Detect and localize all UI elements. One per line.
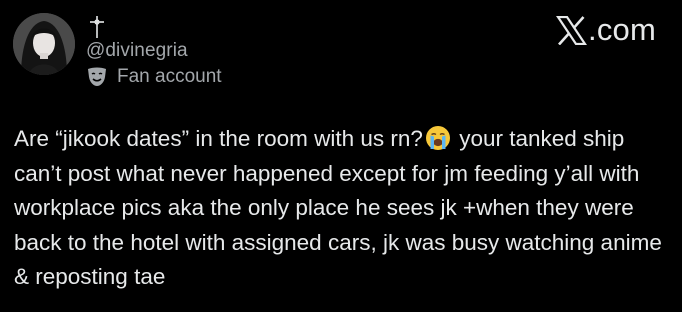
post-card: @divinegria Fan account .com Are “jikook… [0,0,682,312]
avatar[interactable] [13,13,75,75]
author-handle[interactable]: @divinegria [86,40,188,62]
x-logo-icon [556,15,588,45]
post-text-part-1: Are “jikook dates” in the room with us r… [14,126,423,151]
dagger-cross-icon [90,16,104,38]
badge-label: Fan account [117,66,222,87]
account-badge: Fan account [86,66,222,88]
brand-suffix: .com [588,12,656,47]
theater-mask-icon [88,67,106,86]
avatar-image [13,13,75,75]
loudly-crying-face-emoji [425,126,450,150]
post-body: Are “jikook dates” in the room with us r… [14,122,669,295]
brand-watermark: .com [556,12,656,48]
